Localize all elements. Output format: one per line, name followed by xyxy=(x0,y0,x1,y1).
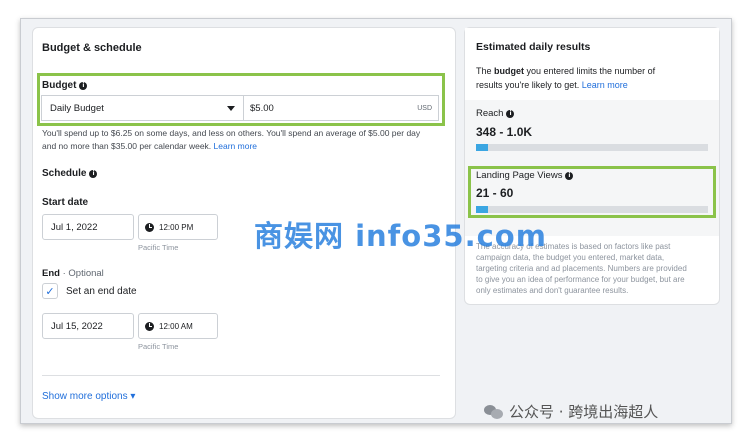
schedule-label: Schedule i xyxy=(42,168,98,179)
estimated-header: Estimated daily results The budget you e… xyxy=(465,28,719,100)
end-time-value: 12:00 AM xyxy=(159,321,193,331)
desc-post: you entered limits the number of xyxy=(524,66,656,76)
end-date-input[interactable]: Jul 15, 2022 xyxy=(42,313,134,339)
disclaimer-line: only estimates and don't guarantee resul… xyxy=(476,286,629,295)
end-label-text: End xyxy=(42,268,60,279)
currency-label: USD xyxy=(417,104,432,112)
end-time-input[interactable]: 12:00 AM xyxy=(138,313,218,339)
lpv-bar xyxy=(476,206,708,213)
divider xyxy=(42,375,440,376)
reach-label: Reach i xyxy=(476,108,515,119)
start-date-input[interactable]: Jul 1, 2022 xyxy=(42,214,134,240)
budget-type-select[interactable]: Daily Budget xyxy=(41,95,243,121)
budget-label-text: Budget xyxy=(42,80,77,91)
budget-schedule-title: Budget & schedule xyxy=(42,42,142,54)
start-date-label: Start date xyxy=(42,197,89,208)
start-time-input[interactable]: 12:00 PM xyxy=(138,214,218,240)
reach-value: 348 - 1.0K xyxy=(476,125,533,139)
start-time-value: 12:00 PM xyxy=(159,222,194,232)
lpv-label-text: Landing Page Views xyxy=(476,170,563,181)
budget-help-line2: and no more than $35.00 per calendar wee… xyxy=(42,141,212,151)
desc-line2: results you're likely to get. xyxy=(476,80,580,90)
budget-amount-value: $5.00 xyxy=(250,102,274,114)
end-timezone: Pacific Time xyxy=(138,342,179,351)
budget-learn-more-link[interactable]: Learn more xyxy=(214,141,257,151)
desc-bold: budget xyxy=(494,66,525,76)
info-icon[interactable]: i xyxy=(565,171,574,180)
lpv-value: 21 - 60 xyxy=(476,186,514,200)
end-label: End · Optional xyxy=(42,268,104,279)
reach-bar xyxy=(476,144,708,151)
reach-bar-fill xyxy=(476,144,488,151)
budget-help-line2-wrap: and no more than $35.00 per calendar wee… xyxy=(42,140,447,153)
wechat-watermark-text: 公众号 · 跨境出海超人 xyxy=(509,403,659,421)
estimated-desc-line1: The budget you entered limits the number… xyxy=(476,64,712,78)
info-icon[interactable]: i xyxy=(506,109,515,118)
info-icon[interactable]: i xyxy=(79,81,88,90)
disclaimer-line: to give you an idea of performance for y… xyxy=(476,275,685,284)
chevron-down-icon xyxy=(227,105,235,111)
disclaimer-line: targeting criteria and ad placements. Nu… xyxy=(476,264,687,273)
schedule-label-text: Schedule xyxy=(42,168,87,179)
estimated-description: The budget you entered limits the number… xyxy=(476,64,712,92)
reach-label-text: Reach xyxy=(476,108,504,119)
clock-icon xyxy=(145,321,154,331)
wechat-icon xyxy=(484,404,504,420)
budget-type-value: Daily Budget xyxy=(50,102,104,114)
set-end-date-checkbox[interactable]: ✓ xyxy=(42,283,58,299)
lpv-bar-fill xyxy=(476,206,488,213)
estimated-title: Estimated daily results xyxy=(476,41,591,53)
budget-help-text: You'll spend up to $6.25 on some days, a… xyxy=(42,127,447,153)
start-timezone: Pacific Time xyxy=(138,243,179,252)
budget-label: Budget i xyxy=(42,80,88,91)
info-icon[interactable]: i xyxy=(89,169,98,178)
budget-amount-input[interactable]: $5.00 USD xyxy=(243,95,439,121)
lpv-label: Landing Page Views i xyxy=(476,170,574,181)
estimated-learn-more-link[interactable]: Learn more xyxy=(582,80,628,90)
checkmark-icon: ✓ xyxy=(45,285,55,298)
watermark-text: 商娱网 info35.com xyxy=(254,219,547,253)
estimated-results-card: Estimated daily results The budget you e… xyxy=(464,27,720,305)
end-optional-text: · Optional xyxy=(62,268,104,279)
end-date-value: Jul 15, 2022 xyxy=(51,320,103,332)
set-end-date-label: Set an end date xyxy=(66,286,137,297)
show-more-options-link[interactable]: Show more options ▾ xyxy=(42,391,135,402)
desc-pre: The xyxy=(476,66,495,76)
estimated-desc-line2: results you're likely to get. Learn more xyxy=(476,78,712,92)
start-date-value: Jul 1, 2022 xyxy=(51,221,98,233)
clock-icon xyxy=(145,222,154,232)
budget-help-line1: You'll spend up to $6.25 on some days, a… xyxy=(42,128,421,138)
wechat-watermark: 公众号 · 跨境出海超人 xyxy=(484,401,658,422)
